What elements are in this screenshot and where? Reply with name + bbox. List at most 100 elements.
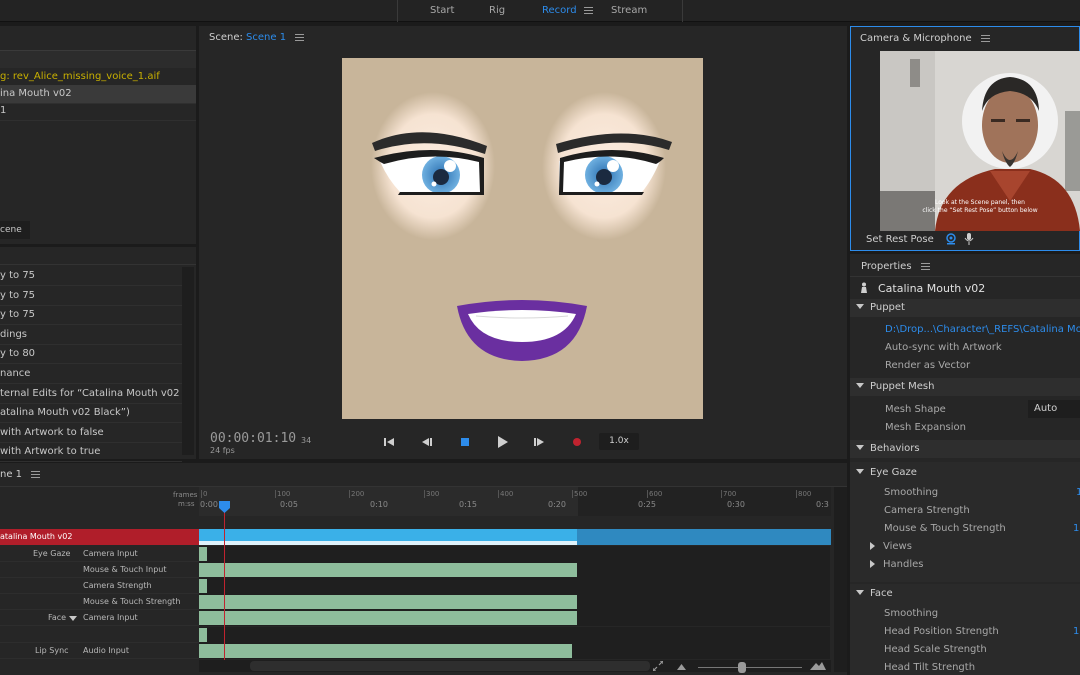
puppet-section[interactable]: Puppet bbox=[850, 299, 1080, 317]
eg-views-toggle[interactable]: Views bbox=[850, 541, 912, 552]
puppet-track-header[interactable]: atalina Mouth v02 bbox=[0, 529, 199, 545]
param-label: Camera Input bbox=[83, 613, 138, 623]
puppet-path-link[interactable]: D:\Drop...\Character\_REFS\Catalina Mout… bbox=[885, 324, 1080, 335]
track-clip[interactable] bbox=[199, 595, 577, 610]
mesh-shape-select[interactable]: Auto bbox=[1028, 400, 1080, 418]
frame-tick-label: 700 bbox=[723, 490, 737, 498]
menu-icon[interactable] bbox=[584, 5, 593, 16]
behaviors-section[interactable]: Behaviors bbox=[850, 440, 1080, 458]
frame-tick-label: 600 bbox=[649, 490, 663, 498]
track-clip[interactable] bbox=[199, 627, 207, 642]
zoom-level[interactable]: 1.0x bbox=[599, 433, 639, 450]
puppet-track-bar-out bbox=[577, 529, 831, 545]
menu-icon[interactable] bbox=[295, 33, 305, 41]
param-label: Camera Strength bbox=[83, 581, 152, 591]
zoom-out-icon[interactable] bbox=[677, 664, 686, 670]
tab-rig[interactable]: Rig bbox=[489, 5, 505, 16]
zoom-in-icon[interactable] bbox=[810, 661, 826, 670]
eye-gaze-toggle[interactable]: Eye Gaze bbox=[850, 467, 917, 478]
history-item[interactable]: nance bbox=[0, 365, 182, 384]
handles-label: Handles bbox=[883, 559, 924, 570]
menu-icon[interactable] bbox=[920, 262, 930, 270]
history-item[interactable]: ternal Edits for “Catalina Mouth v02 Bla… bbox=[0, 385, 182, 404]
history-item[interactable]: y to 75 bbox=[0, 287, 182, 306]
render-vector-checkbox[interactable]: Render as Vector bbox=[885, 360, 970, 371]
history-item[interactable]: y to 75 bbox=[0, 306, 182, 326]
time-tick-label: 0:20 bbox=[548, 500, 566, 509]
frame-tick-label: 0 bbox=[203, 490, 208, 498]
menu-icon[interactable] bbox=[980, 34, 990, 42]
tab-record[interactable]: Record bbox=[542, 5, 577, 16]
scene-header: Scene: Scene 1 bbox=[209, 32, 305, 43]
autosync-checkbox[interactable]: Auto-sync with Artwork bbox=[885, 342, 1002, 353]
history-scrollbar[interactable] bbox=[182, 267, 194, 455]
track-clip[interactable] bbox=[199, 547, 207, 561]
divider bbox=[850, 276, 1080, 277]
eg-smoothing-value[interactable]: 1 bbox=[1076, 487, 1080, 498]
microphone-icon[interactable] bbox=[964, 233, 974, 245]
history-item[interactable]: y to 80 bbox=[0, 345, 182, 365]
history-item[interactable]: with Artwork to false bbox=[0, 424, 182, 443]
frame-tick-label: 400 bbox=[500, 490, 514, 498]
history-item[interactable]: dings bbox=[0, 326, 182, 345]
param-label: Mouse & Touch Strength bbox=[83, 597, 181, 607]
face-toggle[interactable]: Face bbox=[850, 588, 893, 599]
frame-number: 34 bbox=[301, 436, 312, 445]
scene-label: Scene: bbox=[209, 32, 243, 43]
expand-icon[interactable] bbox=[653, 661, 663, 671]
track-lane bbox=[199, 626, 830, 643]
project-list-item[interactable]: 1 bbox=[0, 102, 196, 121]
timeline-track-row[interactable]: Mouse & Touch Strength bbox=[0, 594, 830, 611]
timeline-track-row[interactable]: Eye Gaze Camera Input bbox=[0, 546, 830, 562]
step-back-icon[interactable] bbox=[422, 437, 433, 447]
frame-tick-mark bbox=[201, 490, 202, 498]
set-rest-pose-button[interactable]: Set Rest Pose bbox=[866, 234, 934, 245]
eg-mouse-strength-value[interactable]: 1 bbox=[1073, 523, 1079, 534]
record-icon[interactable] bbox=[572, 437, 582, 447]
eg-handles-toggle[interactable]: Handles bbox=[850, 559, 923, 570]
behavior-label: Lip Sync bbox=[35, 645, 69, 655]
timeline-track-row[interactable]: Mouse & Touch Input bbox=[0, 562, 830, 579]
face-expand-icon[interactable] bbox=[69, 616, 77, 622]
history-item[interactable]: with Artwork to true bbox=[0, 443, 182, 463]
timeline-vertical-scrollbar[interactable] bbox=[834, 487, 847, 672]
f-head-position-label: Head Position Strength bbox=[884, 626, 999, 637]
timeline-track-row[interactable] bbox=[0, 626, 830, 643]
playhead-handle[interactable] bbox=[219, 501, 230, 513]
step-forward-icon[interactable] bbox=[534, 437, 545, 447]
go-start-icon[interactable] bbox=[384, 437, 394, 447]
zoom-slider-handle[interactable] bbox=[738, 662, 746, 673]
fps-label: 24 fps bbox=[210, 446, 235, 455]
history-item[interactable]: y to 75 bbox=[0, 267, 182, 286]
frame-tick-label: 300 bbox=[426, 490, 440, 498]
timeline-track-row[interactable]: Camera Strength bbox=[0, 578, 830, 595]
timeline-track-row[interactable]: Face Camera Input bbox=[0, 610, 830, 627]
stop-icon[interactable] bbox=[461, 438, 469, 446]
tab-stream[interactable]: Stream bbox=[611, 5, 647, 16]
frame-tick-mark bbox=[796, 490, 797, 498]
timeline-track-row[interactable]: Lip Sync Audio Input bbox=[0, 642, 830, 659]
menu-icon[interactable] bbox=[31, 470, 41, 478]
track-clip[interactable] bbox=[199, 611, 577, 626]
zoom-slider-track[interactable] bbox=[698, 667, 802, 668]
track-clip[interactable] bbox=[199, 563, 577, 578]
mesh-shape-label: Mesh Shape bbox=[885, 404, 946, 415]
track-clip[interactable] bbox=[199, 643, 572, 658]
track-clip[interactable] bbox=[199, 579, 207, 594]
project-search-row[interactable] bbox=[0, 51, 196, 68]
history-item[interactable]: atalina Mouth v02 Black”) bbox=[0, 404, 182, 424]
play-icon[interactable] bbox=[498, 436, 508, 448]
frame-tick-label: 800 bbox=[798, 490, 812, 498]
camera-header: Camera & Microphone bbox=[860, 33, 990, 44]
camera-icon[interactable] bbox=[945, 233, 957, 245]
playhead-line bbox=[224, 503, 225, 660]
f-smoothing-label: Smoothing bbox=[884, 608, 939, 619]
f-head-position-value[interactable]: 1 bbox=[1073, 626, 1079, 637]
timecode: 00:00:01:10 bbox=[210, 431, 297, 446]
scene-button[interactable]: cene bbox=[0, 221, 30, 239]
tab-start[interactable]: Start bbox=[430, 5, 454, 16]
scrollbar-thumb[interactable] bbox=[250, 661, 650, 671]
scene-name[interactable]: Scene 1 bbox=[246, 32, 286, 43]
puppet-mesh-section[interactable]: Puppet Mesh bbox=[850, 378, 1080, 396]
eg-smoothing-label: Smoothing bbox=[884, 487, 939, 498]
